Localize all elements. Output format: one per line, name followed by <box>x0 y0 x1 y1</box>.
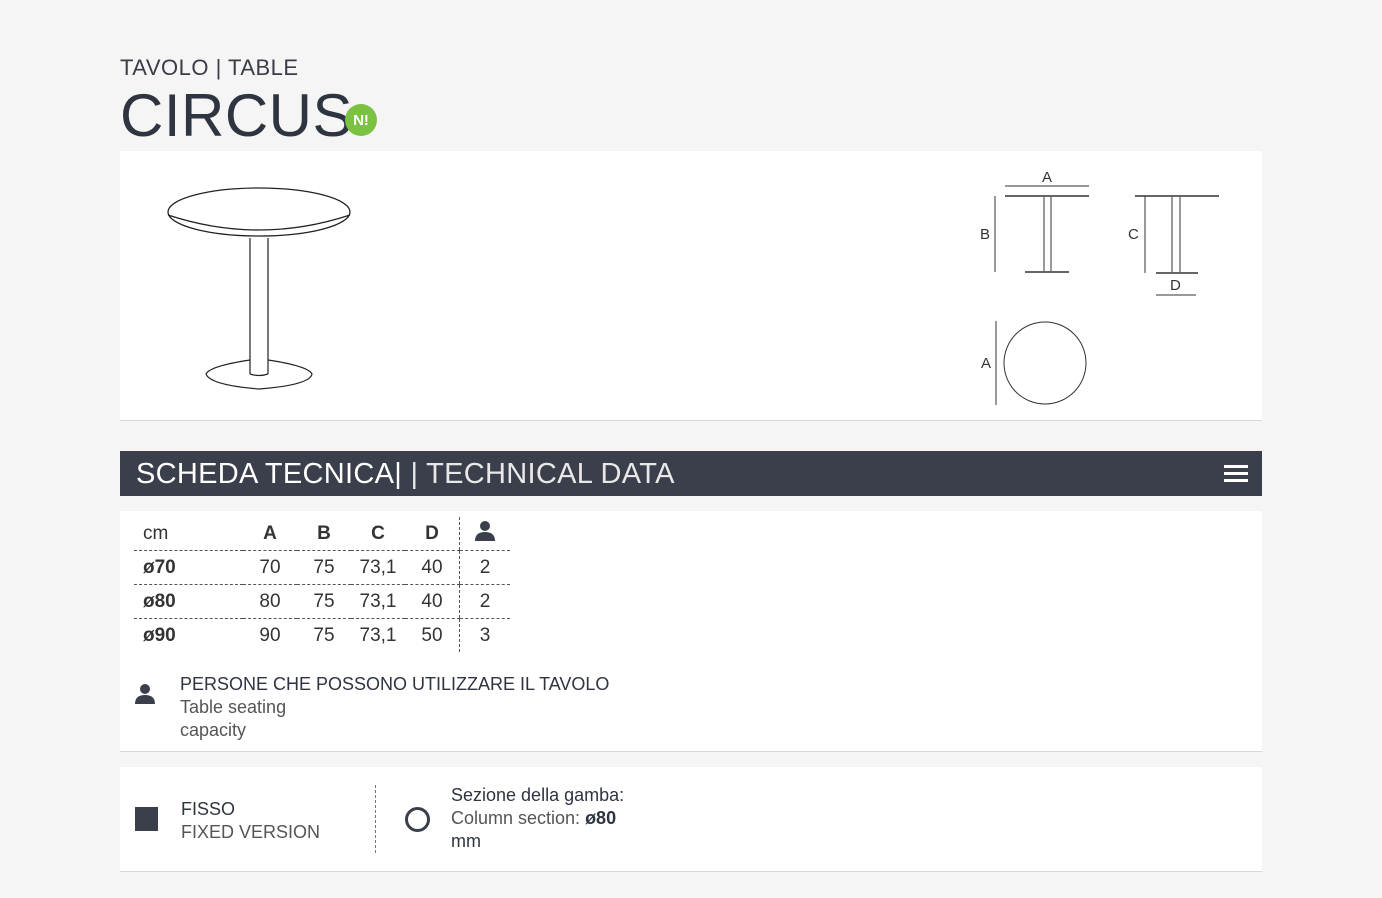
dimensions-table: cm A B C D ø70 70 75 73,1 40 2 ø80 80 75… <box>134 517 510 652</box>
category-separator: | <box>208 55 229 80</box>
dim-label-a-front: A <box>1042 169 1053 186</box>
table-side-view-drawing <box>1135 195 1219 296</box>
fixed-en: FIXED VERSION <box>181 822 321 842</box>
cell-a: 80 <box>243 584 297 619</box>
dim-label-d: D <box>1170 277 1181 294</box>
table-row: ø70 70 75 73,1 40 2 <box>134 550 510 585</box>
cell-b: 75 <box>297 584 351 619</box>
col-header-d: D <box>405 517 460 551</box>
column-value: ø80 <box>585 808 617 828</box>
drawing-panel: A B C D A <box>120 151 1262 421</box>
column-unit: mm <box>451 831 481 851</box>
fixed-square-icon <box>135 807 158 831</box>
column-en: Column section: <box>451 808 586 828</box>
table-top-view-drawing <box>995 321 1087 405</box>
seating-legend-text: PERSONE CHE POSSONO UTILIZZARE IL TAVOLO… <box>180 673 640 742</box>
fixed-it: FISSO <box>181 799 236 819</box>
dim-label-c: C <box>1128 226 1139 243</box>
table-row: ø80 80 75 73,1 40 2 <box>134 584 510 619</box>
legend-line-en-2: capacity <box>180 720 247 740</box>
col-header-a: A <box>243 517 297 551</box>
cell-a: 70 <box>243 550 297 585</box>
dim-label-a-top: A <box>981 355 992 372</box>
technical-data-panel: cm A B C D ø70 70 75 73,1 40 2 ø80 80 75… <box>120 511 1262 752</box>
column-it: Sezione della gamba: <box>451 785 625 805</box>
category-en: TABLE <box>228 55 299 80</box>
cell-c: 73,1 <box>351 584 405 619</box>
dim-label-b: B <box>980 226 991 243</box>
hamburger-menu-icon[interactable] <box>1224 465 1248 482</box>
column-section-text: Sezione della gamba: Column section: ø80… <box>451 784 651 853</box>
cell-persons: 2 <box>459 550 510 585</box>
product-title: CIRCUS <box>120 82 354 149</box>
new-badge: N! <box>345 104 377 136</box>
col-header-persons <box>459 517 510 551</box>
row-diameter: ø70 <box>134 550 243 585</box>
table-perspective-drawing <box>167 187 351 390</box>
cell-c: 73,1 <box>359 624 397 646</box>
row-diameter: ø80 <box>134 584 243 619</box>
cell-a: 90 <box>259 624 281 646</box>
section-title-it: SCHEDA TECNICA| <box>136 458 403 490</box>
legend-line-en: Table seating <box>180 697 287 717</box>
cell-persons: 2 <box>459 584 510 619</box>
person-icon <box>135 684 155 704</box>
technical-data-title: SCHEDA TECNICA| | TECHNICAL DATA <box>136 451 675 497</box>
table-header-row: cm A B C D <box>134 517 510 551</box>
section-title-en: | TECHNICAL DATA <box>402 458 675 490</box>
column-en-line: Column section: ø80 <box>451 807 651 830</box>
legend-line-it: PERSONE CHE POSSONO UTILIZZARE IL TAVOLO <box>180 674 610 694</box>
category-it: TAVOLO <box>120 55 209 80</box>
technical-data-header: SCHEDA TECNICA| | TECHNICAL DATA <box>120 451 1262 496</box>
cell-d: 40 <box>405 550 460 585</box>
table-front-view-drawing <box>994 185 1089 273</box>
unit-header: cm <box>134 517 243 551</box>
col-header-c: C <box>351 517 405 551</box>
product-category: TAVOLO | TABLE <box>120 55 299 81</box>
cell-persons: 3 <box>459 618 510 652</box>
row-diameter: ø90 <box>143 624 176 646</box>
options-divider <box>375 785 376 853</box>
options-panel: FISSO FIXED VERSION Sezione della gamba:… <box>120 767 1262 872</box>
cell-b: 75 <box>297 550 351 585</box>
fixed-version-text: FISSO FIXED VERSION <box>181 798 320 844</box>
person-icon <box>475 520 495 541</box>
cell-d: 40 <box>405 584 460 619</box>
column-ring-icon <box>405 807 430 832</box>
cell-b: 75 <box>313 624 335 646</box>
cell-d: 50 <box>421 624 443 646</box>
col-header-b: B <box>297 517 351 551</box>
table-row: ø90 90 75 73,1 50 3 <box>134 618 510 652</box>
cell-c: 73,1 <box>351 550 405 585</box>
